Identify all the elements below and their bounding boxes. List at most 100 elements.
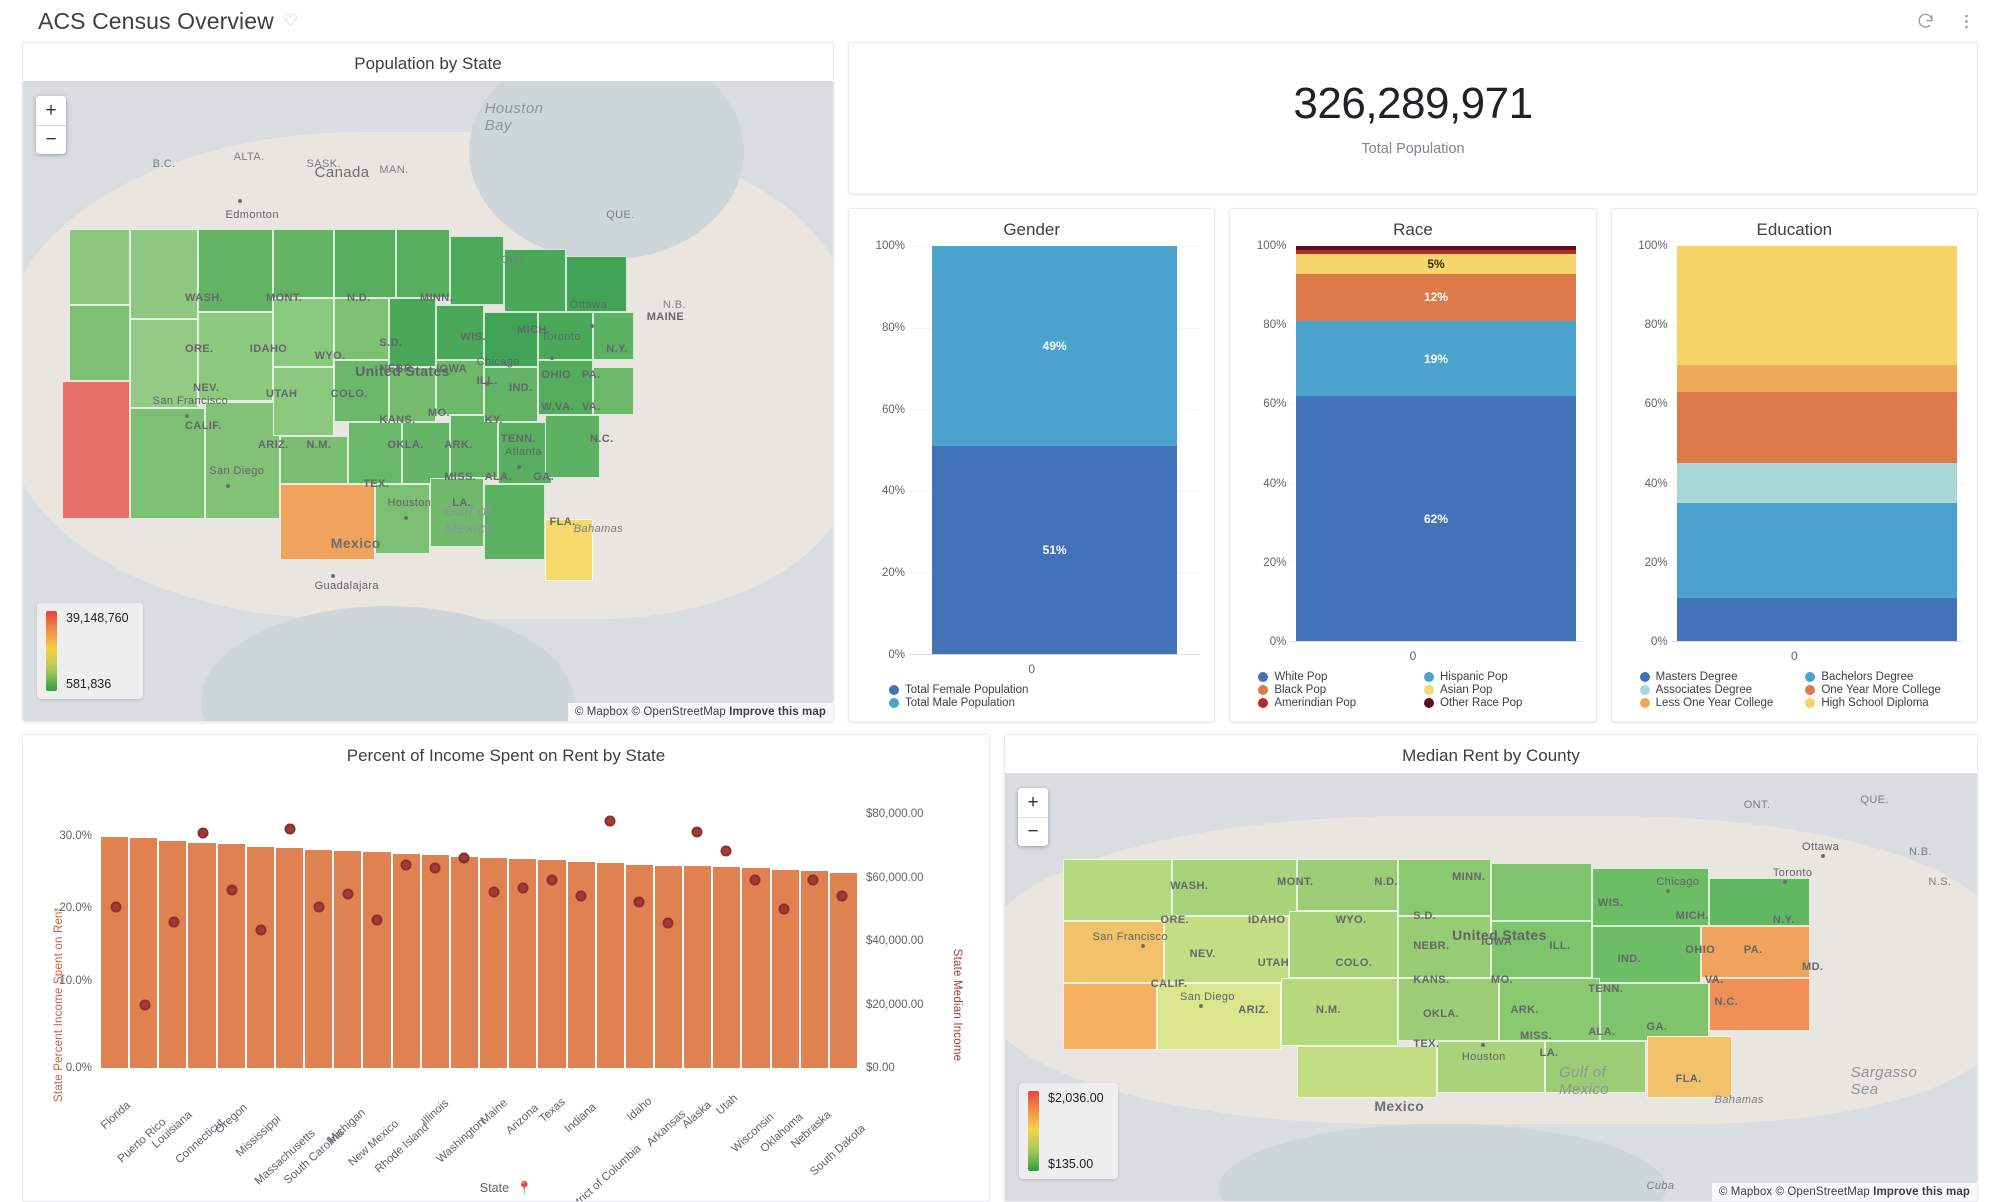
rent-income-point[interactable] [488,886,500,898]
rent-income-point[interactable] [604,815,616,827]
rent-income-point[interactable] [807,874,819,886]
rent-combo-chart: State Percent Income Spent on Rent State… [23,772,989,1201]
rent-income-point[interactable] [720,845,732,857]
legend-swatch [1423,685,1434,695]
rent-income-point[interactable] [458,852,470,864]
education-chart-card: Education 100% 80% 60% 40% 20% 0% 0 Mast… [1610,208,1978,722]
rent-income-scatter[interactable] [101,814,857,1068]
gender-stacked-bar[interactable]: 49% 51% [932,246,1178,654]
improve-map-link[interactable]: Improve this map [729,706,826,718]
education-segment-one-year-more[interactable] [1677,392,1958,464]
y-right-tick: $20,000.00 [866,998,924,1011]
education-y-axis: 100% 80% 60% 40% 20% 0% [1638,240,1668,648]
rent-income-point[interactable] [575,890,587,902]
legend-max-value: $2,036.00 [1048,1091,1104,1105]
gender-y-axis: 100% 80% 60% 40% 20% 0% [875,240,905,661]
rent-income-point[interactable] [633,896,645,908]
zoom-out-button[interactable]: − [36,125,66,154]
legend-item[interactable]: Less One Year College [1639,697,1796,709]
race-segment-asian[interactable]: 5% [1296,253,1576,274]
median-rent-map[interactable]: ONT. QUE. N.B. N.S. Ottawa Toronto Chica… [1005,773,1977,1201]
education-segment-high-school[interactable] [1677,246,1958,365]
zoom-in-button[interactable]: + [1018,788,1048,817]
rent-percent-chart-card: Percent of Income Spent on Rent by State… [22,734,990,1202]
education-stacked-bar[interactable] [1677,246,1958,641]
rent-income-point[interactable] [749,874,761,886]
race-segment-white[interactable]: 62% [1296,396,1576,641]
legend-item[interactable]: Amerindian Pop [1258,697,1414,709]
legend-item[interactable]: Black Pop [1258,684,1414,696]
race-segment-black[interactable]: 12% [1296,273,1576,322]
legend-item[interactable]: Total Male Population [889,697,1198,709]
map-attribution[interactable]: © Mapbox © OpenStreetMap Improve this ma… [567,703,833,721]
rent-income-point[interactable] [662,917,674,929]
legend-label: Other Race Pop [1439,697,1523,709]
education-segment-masters[interactable] [1677,597,1958,641]
legend-item[interactable]: Hispanic Pop [1423,671,1580,683]
legend-label: High School Diploma [1821,697,1929,709]
rent-income-point[interactable] [778,903,790,915]
gender-segment-male[interactable]: 49% [932,246,1178,446]
pin-icon[interactable]: 📍 [517,1181,533,1195]
demographics-row: Gender 100% 80% 60% 40% 20% 0% 49% 51% 0… [848,208,1978,722]
legend-item[interactable]: Masters Degree [1639,671,1796,683]
legend-item[interactable]: One Year More College [1805,684,1961,696]
refresh-icon[interactable] [1916,12,1935,31]
legend-item[interactable]: Associates Degree [1639,684,1796,696]
rent-income-point[interactable] [168,916,180,927]
legend-item[interactable]: Bachelors Degree [1805,671,1961,683]
legend-label: Total Female Population [905,684,1029,696]
race-bar-area: 5% 12% 19% 62% [1290,246,1582,642]
legend-item[interactable]: Total Female Population [889,684,1198,696]
improve-map-link[interactable]: Improve this map [1873,1186,1970,1198]
legend-label: Total Male Population [905,697,1015,709]
more-vertical-icon[interactable] [1957,12,1976,31]
rent-income-point[interactable] [313,901,325,913]
race-legend: White Pop Hispanic Pop Black Pop Asian P… [1230,667,1595,721]
legend-label: White Pop [1274,671,1328,683]
legend-item[interactable]: Other Race Pop [1423,697,1580,709]
rent-map-zoom-controls[interactable]: + − [1018,788,1048,846]
rent-income-point[interactable] [691,826,703,838]
rent-chart-title: Percent of Income Spent on Rent by State [346,746,666,765]
legend-label: Bachelors Degree [1821,671,1914,683]
rent-income-point[interactable] [342,888,354,900]
map-attribution[interactable]: © Mapbox © OpenStreetMap Improve this ma… [1711,1183,1977,1201]
zoom-in-button[interactable]: + [36,96,66,125]
map-zoom-controls[interactable]: + − [36,96,66,154]
y-left-tick: 0.0% [65,1062,92,1074]
x-axis-tick-label: Idaho [624,1095,655,1124]
rent-income-point[interactable] [197,827,209,839]
legend-item[interactable]: High School Diploma [1805,697,1961,709]
y-right-tick: $40,000.00 [866,935,924,947]
legend-item[interactable]: White Pop [1258,671,1414,683]
rent-income-point[interactable] [139,999,151,1011]
zoom-out-button[interactable]: − [1018,817,1048,846]
education-segment-associates[interactable] [1677,463,1958,503]
legend-item[interactable]: Asian Pop [1423,684,1580,696]
race-segment-hispanic[interactable]: 19% [1296,321,1576,397]
rent-income-point[interactable] [110,901,122,913]
legend-label: One Year More College [1821,684,1941,696]
attribution-text: © Mapbox © OpenStreetMap [574,706,726,718]
gender-segment-female[interactable]: 51% [932,445,1178,654]
education-segment-less-one-year[interactable] [1677,364,1958,393]
education-segment-bachelors[interactable] [1677,502,1958,598]
rent-income-point[interactable] [400,859,412,871]
rent-income-point[interactable] [517,882,529,894]
heart-icon[interactable]: ♡ [283,11,298,31]
x-axis-tick-label: Illinois [419,1097,452,1128]
rent-income-point[interactable] [429,862,441,874]
y-right-tick: $80,000.00 [866,808,924,820]
race-stacked-bar[interactable]: 5% 12% 19% 62% [1296,246,1576,641]
rent-income-point[interactable] [836,890,848,902]
x-axis-tick-label: Arizona [503,1102,541,1138]
rent-income-point[interactable] [546,874,558,886]
map-water-gulf [201,605,574,721]
population-map[interactable]: Houston Bay Canada B.C. ALTA. SASK. MAN. … [23,81,833,721]
legend-label: Associates Degree [1655,684,1753,696]
rent-income-point[interactable] [226,884,238,896]
rent-income-point[interactable] [255,924,267,936]
rent-income-point[interactable] [284,823,296,835]
rent-income-point[interactable] [371,914,383,926]
